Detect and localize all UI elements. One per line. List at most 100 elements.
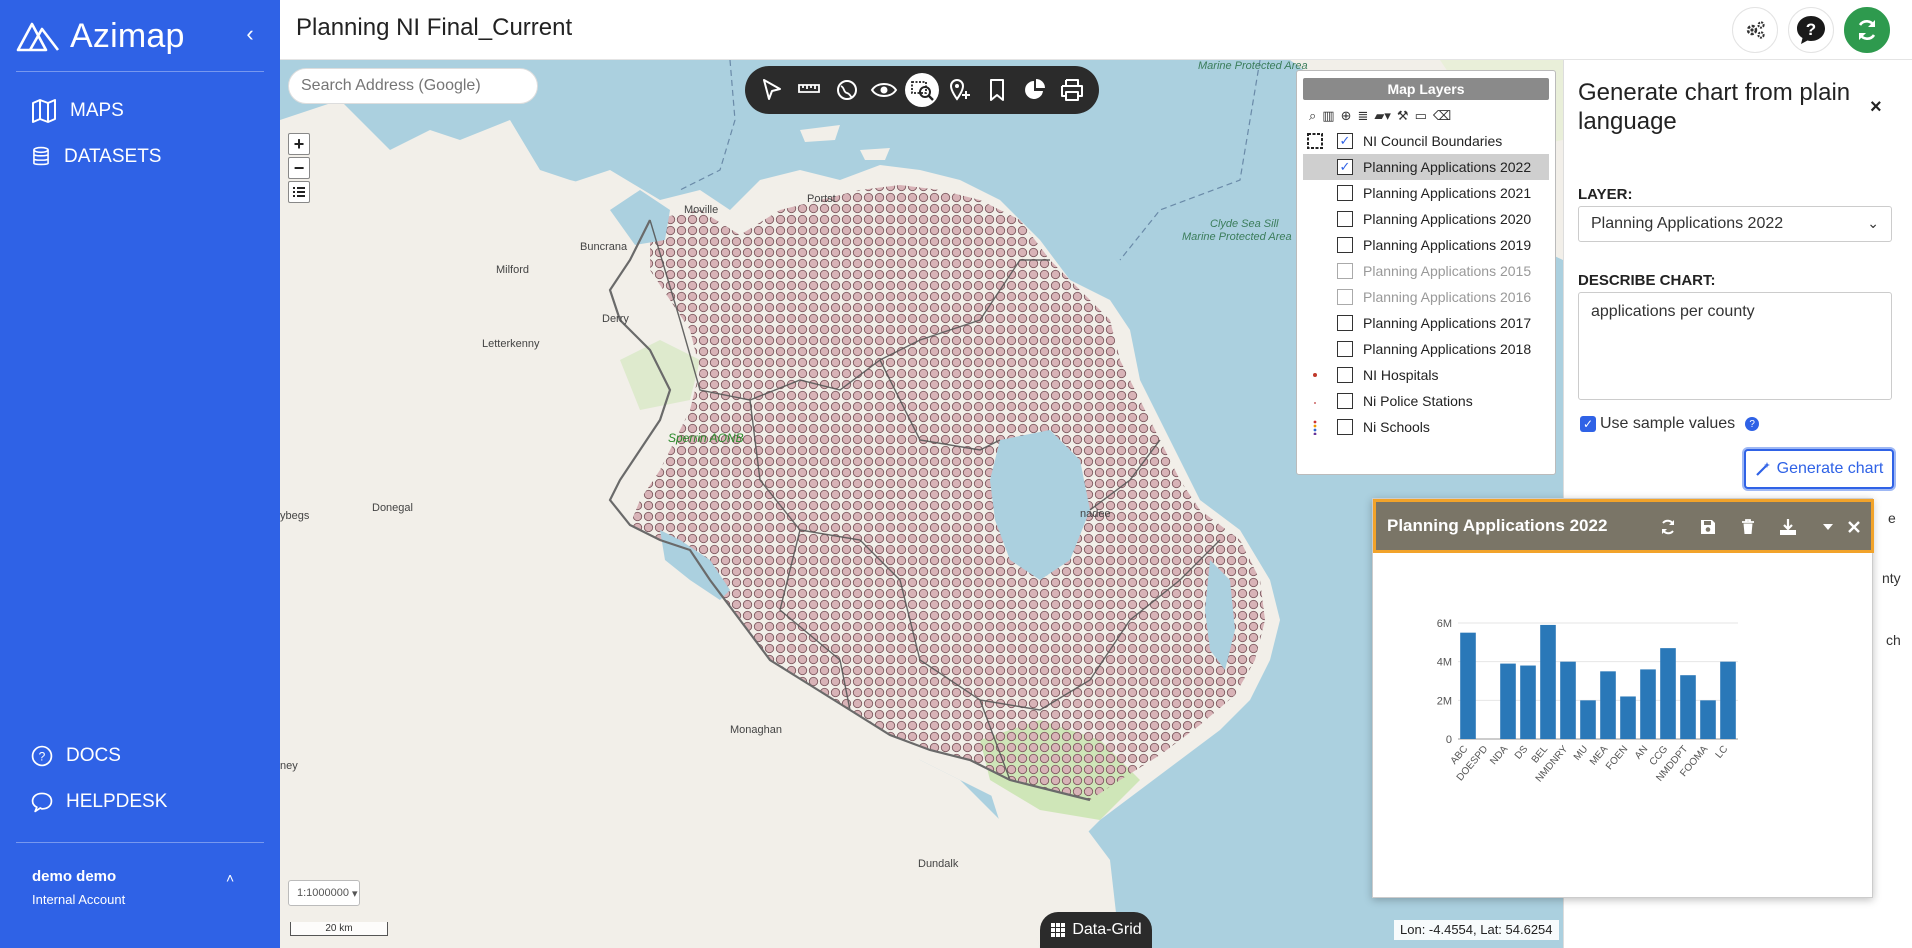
chart-bar[interactable] xyxy=(1580,700,1596,739)
layer-select-value: Planning Applications 2022 xyxy=(1591,215,1784,232)
generate-chart-button[interactable]: Generate chart xyxy=(1744,449,1894,489)
chart-bar[interactable] xyxy=(1460,632,1476,739)
tool-pin[interactable] xyxy=(943,73,977,107)
layer-checkbox[interactable] xyxy=(1337,341,1353,357)
chart-save-button[interactable] xyxy=(1698,517,1718,537)
trash-icon xyxy=(1742,519,1754,534)
sidebar-item-maps[interactable]: MAPS xyxy=(30,96,124,126)
map-place-label: Derry xyxy=(602,313,629,325)
address-search-input[interactable] xyxy=(288,68,538,104)
layer-checkbox[interactable] xyxy=(1337,237,1353,253)
tool-visibility[interactable] xyxy=(867,73,901,107)
user-menu-toggle[interactable]: ˄ xyxy=(226,870,234,886)
tool-print[interactable] xyxy=(1055,73,1089,107)
schools-legend-icon xyxy=(1313,420,1317,435)
chart-icon[interactable]: ▥ xyxy=(1322,108,1334,124)
sidebar-collapse-button[interactable]: ‹ xyxy=(240,20,260,48)
layers-toolbar: ⌕ ▥ ⊕ ≣ ▰▾ ⚒ ▭ ⌫ xyxy=(1297,100,1555,128)
print-icon xyxy=(1061,79,1084,101)
layer-checkbox[interactable] xyxy=(1337,185,1353,201)
y-tick-label: 0 xyxy=(1446,734,1452,746)
chart-download-button[interactable] xyxy=(1778,517,1798,537)
sidebar-item-docs[interactable]: ? DOCS xyxy=(30,741,121,771)
layer-row[interactable]: NI Hospitals xyxy=(1297,362,1555,388)
layer-checkbox[interactable] xyxy=(1337,419,1353,435)
database-icon[interactable]: ≣ xyxy=(1357,108,1368,124)
chart-popup-header[interactable]: Planning Applications 2022 xyxy=(1373,499,1874,553)
scale-select[interactable]: 1:1000000 ▾ xyxy=(288,880,360,906)
layer-name: NI Council Boundaries xyxy=(1363,133,1503,149)
layer-name: Planning Applications 2015 xyxy=(1363,263,1532,279)
map-place-label: nadee xyxy=(1080,508,1111,520)
chart-bar[interactable] xyxy=(1520,665,1536,739)
question-icon[interactable]: ? xyxy=(1745,417,1760,431)
chart-bar[interactable] xyxy=(1720,661,1736,739)
layer-checkbox[interactable]: ✓ xyxy=(1337,133,1353,149)
chart-bar[interactable] xyxy=(1560,661,1576,739)
layer-row[interactable]: Planning Applications 2017 xyxy=(1297,310,1555,336)
refresh-button[interactable] xyxy=(1844,7,1890,53)
chart-bar[interactable] xyxy=(1600,671,1616,739)
layer-row[interactable]: Planning Applications 2021 xyxy=(1297,180,1555,206)
brand[interactable]: Azimap xyxy=(16,14,185,58)
layer-row[interactable]: Planning Applications 2016 xyxy=(1297,284,1555,310)
layer-checkbox[interactable] xyxy=(1337,367,1353,383)
tool-select[interactable] xyxy=(755,73,789,107)
map-toolbar xyxy=(745,66,1099,114)
tool-measure[interactable] xyxy=(792,73,826,107)
chart-bar[interactable] xyxy=(1700,700,1716,739)
data-grid-button[interactable]: Data-Grid xyxy=(1040,912,1152,948)
sample-values-checkbox[interactable]: ✓ Use sample values ? xyxy=(1580,415,1760,433)
layer-row[interactable]: ✓ Planning Applications 2022 xyxy=(1303,154,1549,180)
chart-collapse-button[interactable] xyxy=(1818,517,1838,537)
layer-row[interactable]: Ni Police Stations xyxy=(1297,388,1555,414)
user-name[interactable]: demo demo xyxy=(32,868,116,885)
layer-row[interactable]: Planning Applications 2020 xyxy=(1297,206,1555,232)
layer-checkbox[interactable] xyxy=(1337,211,1353,227)
chart-bar[interactable] xyxy=(1640,669,1656,739)
tool-style[interactable] xyxy=(830,73,864,107)
layer-row[interactable]: Planning Applications 2019 xyxy=(1297,232,1555,258)
chart-bar[interactable] xyxy=(1660,648,1676,739)
chart-delete-button[interactable] xyxy=(1738,517,1758,537)
map-layers-panel: Map Layers ⌕ ▥ ⊕ ≣ ▰▾ ⚒ ▭ ⌫ ✓ NI Council … xyxy=(1296,70,1556,475)
sidebar-item-datasets[interactable]: DATASETS xyxy=(30,142,161,172)
layer-checkbox[interactable] xyxy=(1337,315,1353,331)
layer-checkbox[interactable]: ✓ xyxy=(1337,159,1353,175)
layer-row[interactable]: ✓ NI Council Boundaries xyxy=(1297,128,1555,154)
chart-bar[interactable] xyxy=(1500,663,1516,739)
folder-icon[interactable]: ▰▾ xyxy=(1374,108,1391,124)
sidebar-item-helpdesk[interactable]: HELPDESK xyxy=(30,787,167,817)
layer-checkbox[interactable] xyxy=(1337,289,1353,305)
zoom-in-button[interactable]: + xyxy=(288,133,310,155)
tool-chart[interactable] xyxy=(1018,73,1052,107)
chart-bar[interactable] xyxy=(1540,624,1556,739)
legend-list-button[interactable] xyxy=(288,181,310,203)
layer-select[interactable]: Planning Applications 2022 ⌄ xyxy=(1578,206,1892,242)
map-icon xyxy=(32,99,56,123)
layer-checkbox[interactable] xyxy=(1337,263,1353,279)
trash-icon[interactable]: ⌫ xyxy=(1433,108,1451,124)
map-place-label: Letterkenny xyxy=(482,338,540,350)
zoom-out-button[interactable]: − xyxy=(288,157,310,179)
chart-bar[interactable] xyxy=(1620,696,1636,739)
panel-close-button[interactable]: × xyxy=(1870,96,1882,119)
layer-row[interactable]: Planning Applications 2015 xyxy=(1297,258,1555,284)
add-layer-icon[interactable]: ⊕ xyxy=(1341,108,1352,124)
tool-search-zoom[interactable] xyxy=(904,73,939,107)
tool-bookmark[interactable] xyxy=(980,73,1014,107)
help-button[interactable]: ? xyxy=(1788,7,1834,53)
comment-icon[interactable]: ▭ xyxy=(1415,108,1427,124)
describe-chart-textarea[interactable]: applications per county xyxy=(1578,292,1892,400)
settings-button[interactable] xyxy=(1732,7,1778,53)
chart-refresh-button[interactable] xyxy=(1658,517,1678,537)
chart-close-button[interactable] xyxy=(1844,517,1864,537)
layer-checkbox[interactable] xyxy=(1337,393,1353,409)
search-icon[interactable]: ⌕ xyxy=(1309,108,1316,124)
layer-row[interactable]: Planning Applications 2018 xyxy=(1297,336,1555,362)
select-icon xyxy=(762,79,781,100)
layer-row[interactable]: Ni Schools xyxy=(1297,414,1555,440)
chart-bar[interactable] xyxy=(1680,675,1696,739)
map-water-label: Marine Protected Area xyxy=(1198,60,1308,72)
wrench-icon[interactable]: ⚒ xyxy=(1397,108,1409,124)
